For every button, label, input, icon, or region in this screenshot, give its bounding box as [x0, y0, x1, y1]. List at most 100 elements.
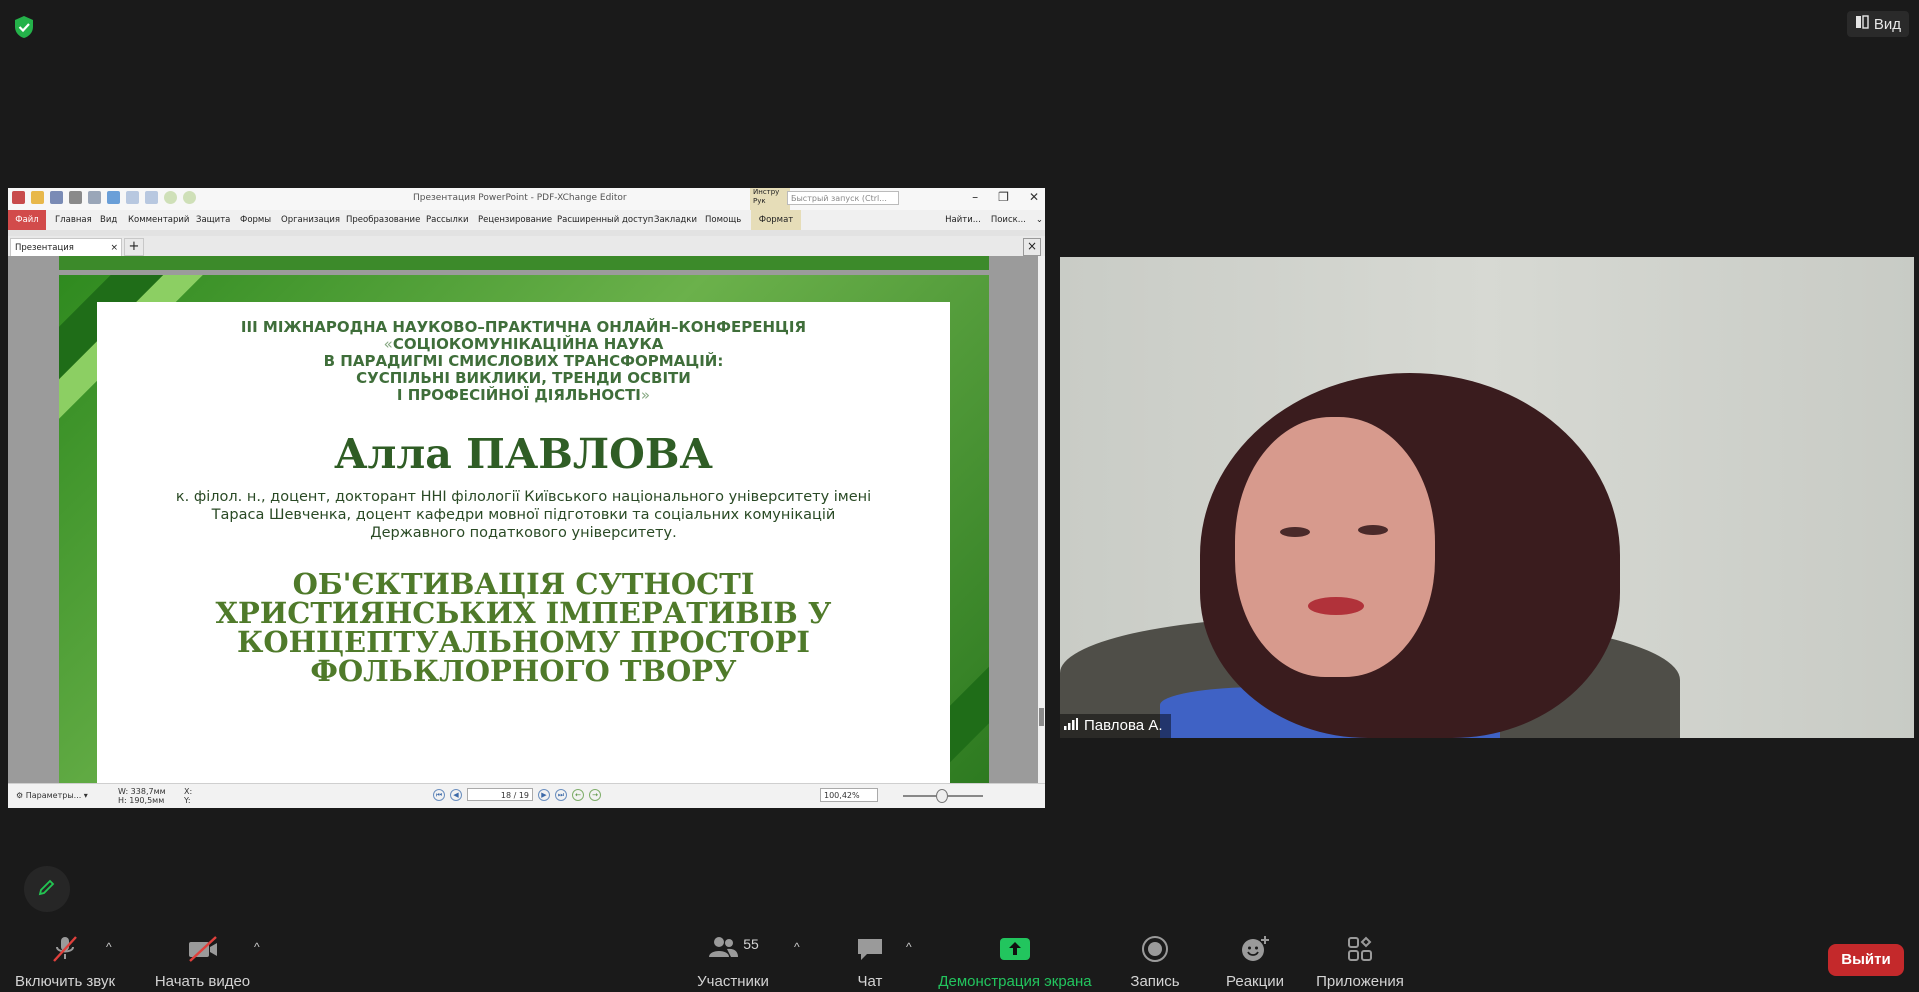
- chat-button[interactable]: Чат: [845, 935, 895, 990]
- muted-mic-icon: [10, 935, 120, 963]
- cursor-x: X:: [184, 787, 193, 796]
- audio-options-caret[interactable]: ^: [106, 940, 112, 954]
- speaker-name: Алла ПАВЛОВА: [334, 430, 713, 478]
- chat-options-caret[interactable]: ^: [906, 940, 912, 954]
- video-eye: [1280, 527, 1310, 537]
- minimize-icon[interactable]: –: [972, 190, 978, 204]
- options-button[interactable]: ⚙ Параметры... ▾: [16, 791, 88, 800]
- record-icon: [1120, 935, 1190, 963]
- conference-title-line: І ПРОФЕСІЙНОЇ ДІЯЛЬНОСТІ»: [97, 386, 950, 404]
- start-video-button[interactable]: Начать видео: [150, 935, 255, 990]
- close-icon[interactable]: ✕: [1029, 190, 1039, 204]
- restore-icon[interactable]: ❐: [998, 190, 1009, 204]
- pencil-icon: [37, 877, 57, 902]
- first-page-icon[interactable]: ⏮: [433, 788, 445, 801]
- menu-comment[interactable]: Комментарий: [128, 215, 189, 225]
- record-button[interactable]: Запись: [1120, 935, 1190, 990]
- find-button[interactable]: Найти...: [945, 215, 981, 225]
- new-tab-button[interactable]: +: [124, 238, 144, 256]
- view-button[interactable]: Вид: [1846, 11, 1909, 37]
- conference-title-line: «СОЦІОКОМУНІКАЦІЙНА НАУКА: [97, 335, 950, 353]
- back-view-icon[interactable]: ←: [572, 788, 584, 801]
- menu-review[interactable]: Рецензирование: [478, 215, 552, 225]
- last-page-icon[interactable]: ⏭: [555, 788, 567, 801]
- mail-icon[interactable]: [88, 191, 101, 204]
- page-height: H: 190,5мм: [118, 796, 165, 805]
- menu-file[interactable]: Файл: [8, 210, 46, 230]
- quick-access-toolbar: [12, 191, 196, 204]
- tools-context-tab[interactable]: Инстру Рук: [750, 188, 790, 210]
- window-title: Презентация PowerPoint - PDF-XChange Edi…: [413, 193, 627, 203]
- menu-organize[interactable]: Организация: [281, 215, 340, 225]
- prev-page-icon[interactable]: ◀: [450, 788, 462, 801]
- zoom-slider-knob[interactable]: [936, 789, 948, 803]
- affiliation-line: Державного податкового університету.: [370, 525, 677, 541]
- menu-forms[interactable]: Формы: [240, 215, 271, 225]
- page-number-input[interactable]: 18 / 19: [467, 788, 533, 801]
- signal-strength-icon: [1064, 714, 1078, 738]
- ribbon-collapse-icon[interactable]: ⌄: [1036, 215, 1043, 225]
- video-options-caret[interactable]: ^: [254, 940, 260, 954]
- save-icon[interactable]: [50, 191, 63, 204]
- security-shield-icon[interactable]: [13, 15, 35, 39]
- next-page-icon[interactable]: ▶: [538, 788, 550, 801]
- shared-screen[interactable]: Презентация PowerPoint - PDF-XChange Edi…: [8, 188, 1045, 808]
- participants-icon: [707, 935, 739, 963]
- menu-share[interactable]: Расширенный доступ: [557, 215, 653, 225]
- leave-meeting-button[interactable]: Выйти: [1828, 944, 1904, 976]
- menu-convert[interactable]: Преобразование: [346, 215, 420, 225]
- presentation-slide: ІІІ МІЖНАРОДНА НАУКОВО–ПРАКТИЧНА ОНЛАЙН–…: [59, 275, 989, 783]
- forward-icon[interactable]: [183, 191, 196, 204]
- apps-icon: [1310, 935, 1410, 963]
- menu-protect[interactable]: Защита: [196, 215, 230, 225]
- unmute-button[interactable]: Включить звук: [10, 935, 120, 990]
- quick-launch-input[interactable]: Быстрый запуск (Ctrl...: [787, 191, 899, 205]
- menu-format[interactable]: Формат: [751, 210, 801, 230]
- speaker-affiliation: к. філол. н., доцент, докторант ННІ філо…: [97, 488, 950, 542]
- zoom-level-select[interactable]: 100,42%: [820, 788, 878, 802]
- cloud-icon[interactable]: [107, 191, 120, 204]
- participants-button[interactable]: 55 Участники: [693, 935, 773, 990]
- cursor-y: Y:: [184, 796, 191, 805]
- previous-slide-edge: [59, 256, 989, 270]
- document-canvas[interactable]: ІІІ МІЖНАРОДНА НАУКОВО–ПРАКТИЧНА ОНЛАЙН–…: [8, 256, 1038, 783]
- unmute-label: Включить звук: [14, 973, 116, 990]
- page-dimensions: W: 338,7мм H: 190,5мм: [118, 787, 166, 805]
- participants-icon-group: 55: [693, 935, 773, 963]
- menu-mailings[interactable]: Рассылки: [426, 215, 468, 225]
- video-eye: [1358, 525, 1388, 535]
- vertical-scrollbar[interactable]: [1038, 256, 1045, 783]
- participant-video[interactable]: Павлова А.: [1060, 257, 1914, 738]
- view-label: Вид: [1873, 15, 1901, 33]
- forward-view-icon[interactable]: →: [589, 788, 601, 801]
- share-screen-button[interactable]: Демонстрация экрана: [935, 935, 1095, 990]
- share-screen-icon: [935, 935, 1095, 963]
- menu-help[interactable]: Помощь: [705, 215, 741, 225]
- apps-button[interactable]: Приложения: [1310, 935, 1410, 990]
- document-tab-bar: Презентация PowerPoint × + ×: [8, 236, 1045, 271]
- menu-bookmarks[interactable]: Закладки: [654, 215, 697, 225]
- menu-view[interactable]: Вид: [100, 215, 117, 225]
- panel-close-button[interactable]: ×: [1023, 238, 1041, 256]
- tab-close-icon[interactable]: ×: [110, 239, 118, 257]
- view-layout-icon: [1855, 15, 1869, 33]
- apps-label: Приложения: [1316, 973, 1404, 990]
- open-folder-icon[interactable]: [31, 191, 44, 204]
- document-tab[interactable]: Презентация PowerPoint ×: [10, 238, 122, 271]
- scrollbar-thumb[interactable]: [1039, 708, 1044, 726]
- search-button[interactable]: Поиск...: [991, 215, 1026, 225]
- annotate-pencil-button[interactable]: [24, 866, 70, 912]
- slide-content-card: ІІІ МІЖНАРОДНА НАУКОВО–ПРАКТИЧНА ОНЛАЙН–…: [97, 302, 950, 783]
- participants-options-caret[interactable]: ^: [794, 940, 800, 954]
- menu-home[interactable]: Главная: [55, 215, 92, 225]
- undo-icon[interactable]: [126, 191, 139, 204]
- window-controls: – ❐ ✕: [972, 190, 1039, 204]
- print-icon[interactable]: [69, 191, 82, 204]
- talk-title-line: ФОЛЬКЛОРНОГО ТВОРУ: [310, 654, 737, 688]
- status-bar: ⚙ Параметры... ▾ W: 338,7мм H: 190,5мм X…: [8, 783, 1045, 808]
- video-face: [1235, 417, 1435, 677]
- reactions-button[interactable]: Реакции: [1218, 935, 1292, 990]
- redo-icon[interactable]: [145, 191, 158, 204]
- back-icon[interactable]: [164, 191, 177, 204]
- chat-label: Чат: [857, 973, 883, 990]
